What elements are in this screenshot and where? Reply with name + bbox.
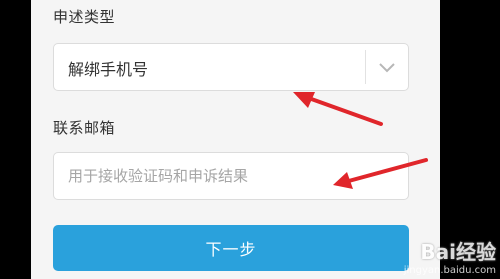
arrow-to-contact-email [333,158,428,189]
watermark-url: jingyan.baidu.com [403,265,496,276]
arrow-to-appeal-type [293,92,383,126]
watermark-text: Bai经验 [420,240,496,264]
baidu-jingyan-watermark: Bai经验 jingyan.baidu.com [404,236,496,276]
